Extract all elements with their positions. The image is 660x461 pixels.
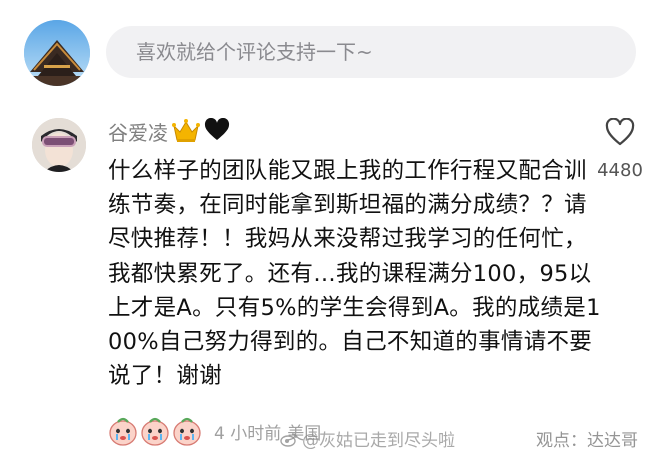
weibo-logo-icon	[280, 432, 297, 447]
commenter-avatar[interactable]	[32, 118, 86, 172]
current-user-avatar[interactable]	[24, 20, 90, 86]
crying-face-icon	[140, 416, 170, 446]
black-heart-icon	[204, 117, 232, 144]
commenter-username[interactable]: 谷爱凌	[108, 117, 168, 146]
like-count: 4480	[597, 160, 643, 181]
watermark-center: @灰姑已走到尽头啦	[280, 426, 455, 451]
comment-input-box[interactable]	[106, 26, 636, 78]
comment-input[interactable]	[106, 26, 636, 78]
comment-text: 什么样子的团队能又跟上我的工作行程又配合训练节奏，在同时能拿到斯坦福的满分成绩？…	[108, 158, 601, 390]
commenter-name-row: 谷爱凌	[108, 116, 232, 146]
watermark-right: 观点：达达哥	[536, 431, 638, 451]
comment-timestamp: 4 小时前	[214, 423, 282, 444]
comment-item: 谷爱凌 什么样子的团队能又跟上我的工作行程又配合训练节奏，在同时能拿到斯坦福的满…	[0, 106, 660, 461]
comment-composer-row	[0, 0, 660, 106]
crying-face-icon	[172, 416, 202, 446]
heart-outline-icon[interactable]	[605, 118, 635, 146]
like-control[interactable]: 4480	[590, 118, 650, 181]
watermark-center-text: @灰姑已走到尽头啦	[302, 431, 455, 451]
crying-face-icon	[108, 416, 138, 446]
crown-icon	[172, 118, 200, 144]
